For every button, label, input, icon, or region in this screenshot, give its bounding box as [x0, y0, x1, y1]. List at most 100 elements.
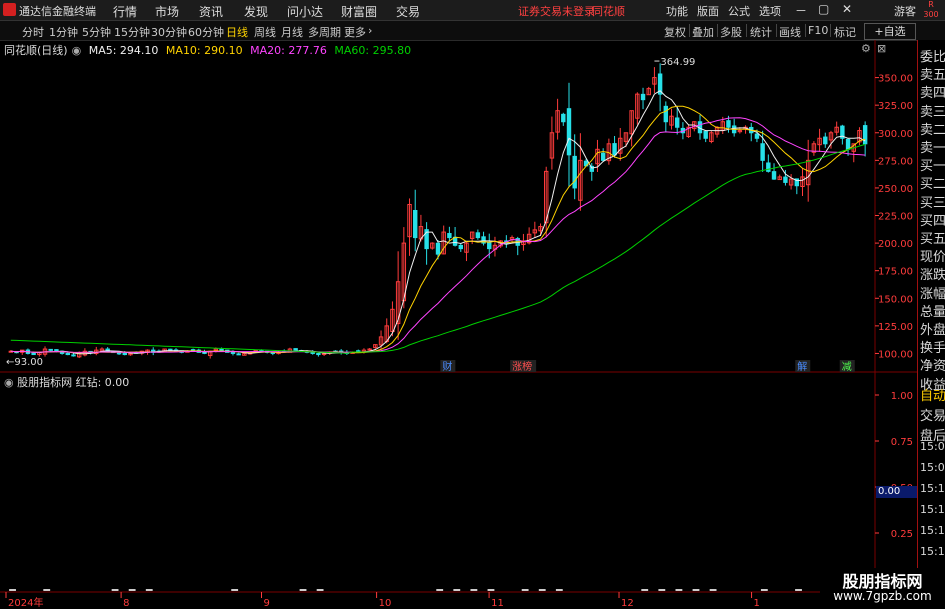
- menu-hangqing[interactable]: 行情: [113, 3, 137, 20]
- sub-bar: [709, 589, 717, 591]
- period-daily[interactable]: 日线: [226, 24, 248, 40]
- login-notice[interactable]: 证券交易未登录: [518, 3, 595, 19]
- ma10-line: [10, 105, 866, 354]
- side-label-8: 买三: [920, 195, 945, 211]
- candle-body: [122, 352, 127, 356]
- more-arrow-icon[interactable]: ›: [368, 24, 372, 37]
- side-label-27: 15:14: [920, 545, 945, 558]
- high-price-label: 364.99: [660, 57, 695, 68]
- sub-bar: [641, 589, 649, 591]
- sub-y-tick-label: 0.25: [891, 529, 913, 540]
- side-label-25: 15:11: [920, 503, 945, 516]
- separator: [776, 24, 777, 37]
- menu-banmian[interactable]: 版面: [697, 3, 719, 19]
- watermark-url: www.7gpzb.com: [833, 589, 932, 603]
- menu-faxian[interactable]: 发现: [244, 3, 268, 20]
- candle-body: [823, 136, 828, 145]
- tool-duogu[interactable]: 多股: [720, 24, 742, 40]
- y-tick-label: 350.00: [878, 74, 913, 85]
- side-label-22: 15:05: [920, 440, 945, 453]
- tool-tongji[interactable]: 统计: [750, 24, 772, 40]
- separator: [689, 24, 690, 37]
- period-60min[interactable]: 60分钟: [188, 24, 224, 40]
- side-label-13: 涨幅: [920, 286, 945, 302]
- sub-bar: [760, 589, 768, 591]
- period-multi[interactable]: 多周期: [308, 24, 341, 40]
- kline-chart[interactable]: 364.99←93.00 100.00125.00150.00175.00200…: [0, 40, 917, 609]
- candle-body: [487, 242, 492, 250]
- menu-gongneng[interactable]: 功能: [666, 3, 688, 19]
- candle-body: [845, 138, 851, 150]
- menu-xuanxiang[interactable]: 选项: [759, 3, 781, 19]
- candle-body: [48, 348, 53, 351]
- separator: [805, 24, 806, 37]
- sub-bar: [43, 589, 51, 591]
- tool-fuquan[interactable]: 复权: [664, 24, 686, 40]
- restore-icon[interactable]: ▢: [818, 2, 829, 16]
- tool-f10[interactable]: F10: [808, 24, 828, 37]
- candle-body: [316, 353, 321, 356]
- period-fenshi[interactable]: 分时: [22, 24, 44, 40]
- candle-body: [71, 354, 76, 357]
- ma5-line: [10, 90, 866, 355]
- candle-body: [236, 353, 241, 356]
- sub-current-value: 0.00: [876, 486, 918, 498]
- candle-body: [168, 348, 173, 351]
- low-price-label: ←93.00: [6, 357, 43, 368]
- side-label-9: 买四: [920, 213, 945, 229]
- sub-bar: [658, 589, 666, 591]
- legend-toggle-icon[interactable]: ◉: [72, 44, 82, 57]
- close-panel-icon[interactable]: ⊠: [877, 42, 886, 55]
- candle-body: [310, 351, 315, 354]
- side-label-24: 15:10: [920, 482, 945, 495]
- add-favorite-button[interactable]: +自选: [864, 23, 916, 40]
- y-tick-label: 275.00: [878, 156, 913, 167]
- menu-wenxiaoda[interactable]: 问小达: [287, 3, 323, 20]
- y-tick-label: 300.00: [878, 129, 913, 140]
- ma20-label: MA20: 277.76: [250, 44, 327, 57]
- login-user[interactable]: 游客: [894, 3, 916, 19]
- candle-body: [31, 352, 36, 356]
- menu-bar: 通达信金融终端 行情 市场 资讯 发现 问小达 财富圈 交易 证券交易未登录 同…: [0, 0, 945, 21]
- chart-legend: 同花顺(日线) ◉ MA5: 294.10 MA10: 290.10 MA20: …: [4, 42, 415, 58]
- period-more[interactable]: 更多: [344, 24, 366, 40]
- tool-diejia[interactable]: 叠加: [692, 24, 714, 40]
- side-label-0: 委比: [920, 50, 945, 65]
- settings-gear-icon[interactable]: ⚙: [861, 42, 871, 55]
- tool-huaxian[interactable]: 画线: [779, 24, 801, 40]
- sub-indicator-name[interactable]: 股朋指标网: [17, 376, 72, 389]
- y-tick-label: 150.00: [878, 294, 913, 305]
- candle-body: [766, 162, 771, 172]
- side-label-7: 买二: [920, 177, 945, 193]
- period-30min[interactable]: 30分钟: [151, 24, 187, 40]
- candle-body: [600, 152, 606, 161]
- sub-bar: [521, 589, 529, 591]
- broker-name[interactable]: 同花顺: [592, 3, 625, 19]
- sub-bar: [316, 589, 324, 591]
- sub-bar: [487, 589, 495, 591]
- event-marker-3: 减: [842, 361, 852, 373]
- period-1min[interactable]: 1分钟: [49, 24, 78, 40]
- menu-caifuquan[interactable]: 财富圈: [341, 3, 377, 20]
- menu-shichang[interactable]: 市场: [155, 3, 179, 20]
- side-label-19[interactable]: 自动: [920, 385, 945, 404]
- side-label-6: 买一: [920, 159, 945, 175]
- side-label-5: 卖一: [920, 141, 945, 156]
- side-label-16: 换手: [920, 341, 945, 357]
- menu-gongshi[interactable]: 公式: [728, 3, 750, 19]
- menu-zixun[interactable]: 资讯: [199, 3, 223, 20]
- ma20-line: [10, 117, 866, 353]
- period-weekly[interactable]: 周线: [254, 24, 276, 40]
- period-5min[interactable]: 5分钟: [82, 24, 111, 40]
- period-15min[interactable]: 15分钟: [114, 24, 150, 40]
- sub-toggle-icon[interactable]: ◉: [4, 376, 14, 389]
- stock-name[interactable]: 同花顺(日线): [4, 44, 68, 57]
- period-monthly[interactable]: 月线: [281, 24, 303, 40]
- menu-jiaoyi[interactable]: 交易: [396, 3, 420, 20]
- tool-biaoji[interactable]: 标记: [834, 24, 856, 40]
- ma60-label: MA60: 295.80: [334, 44, 412, 57]
- x-tick-label: 12: [621, 598, 634, 609]
- minimize-icon[interactable]: －: [795, 2, 807, 19]
- candle-body: [65, 352, 71, 356]
- close-icon[interactable]: ✕: [842, 2, 852, 16]
